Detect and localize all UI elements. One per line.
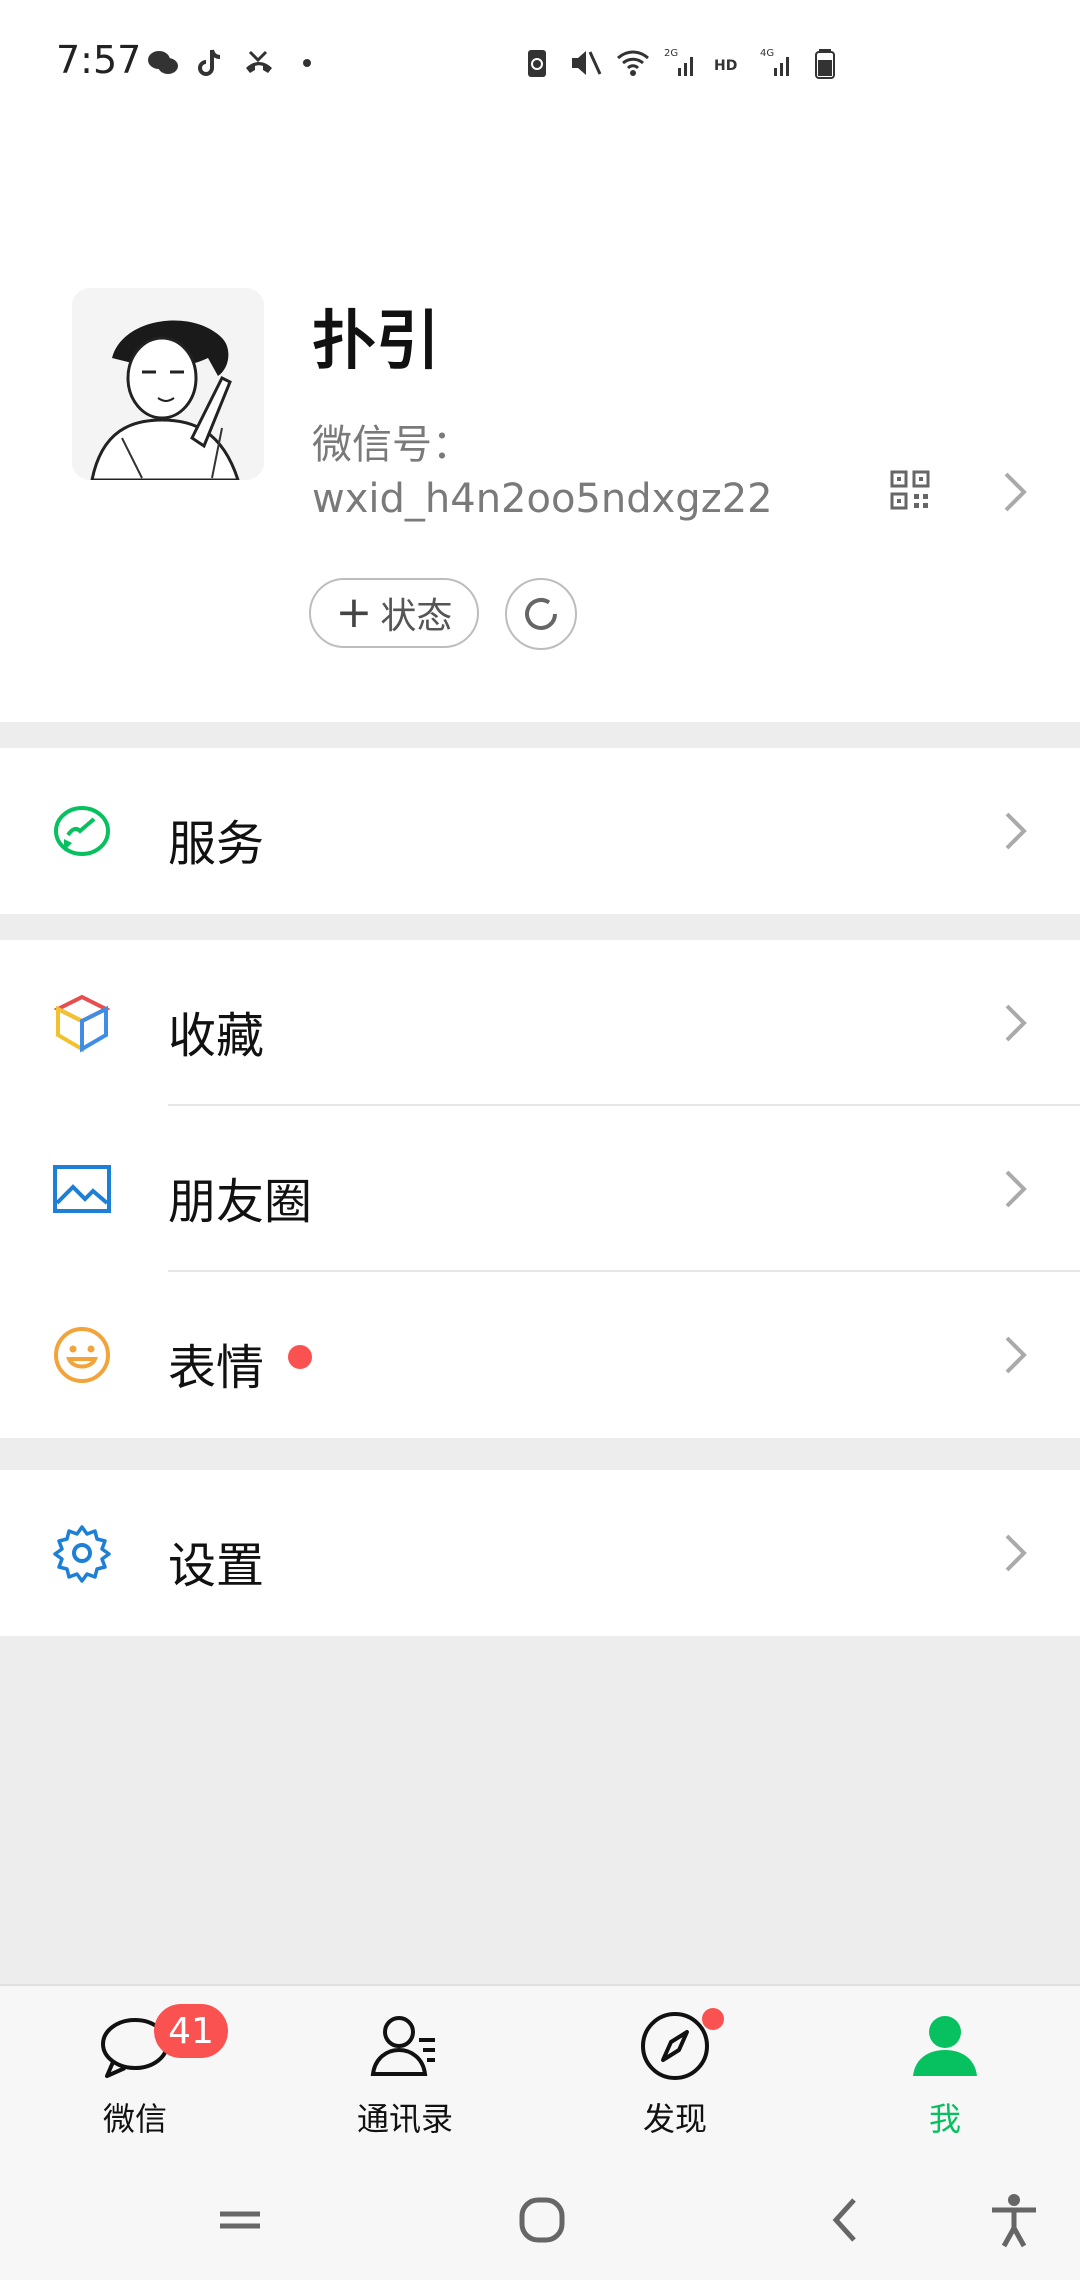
mute-icon: [572, 51, 602, 75]
menu-group-settings: 设置: [0, 1470, 1080, 1636]
home-icon[interactable]: [512, 2190, 572, 2250]
plus-icon: +: [335, 587, 373, 638]
svg-text:2G: 2G: [664, 48, 678, 59]
tab-label-chats: 微信: [102, 2100, 167, 2138]
tab-label-me: 我: [928, 2100, 961, 2138]
tab-contacts[interactable]: 通讯录: [270, 1986, 540, 2162]
status-button-label: 状态: [380, 596, 453, 637]
svg-text:4G: 4G: [760, 48, 774, 59]
menu-item-favorites[interactable]: 收藏: [0, 940, 1080, 1106]
battery-icon: [815, 49, 835, 79]
sticker-smiley-icon: [54, 1327, 110, 1383]
tab-label-discover: 发现: [642, 2100, 707, 2138]
profile-name: 扑引: [312, 305, 440, 379]
menu-label-favorites: 收藏: [168, 1008, 265, 1064]
menu-label-stickers: 表情: [168, 1340, 265, 1396]
tab-discover[interactable]: 发现: [540, 1986, 810, 2162]
qr-code-icon[interactable]: [890, 470, 930, 510]
profile-card[interactable]: 扑引 微信号： wxid_h4n2oo5ndxgz22 + 状态: [0, 130, 1080, 722]
hd-icon: HD: [714, 58, 737, 74]
discover-new-dot: [702, 2008, 724, 2030]
signal-2g-icon: 2G: [664, 48, 693, 76]
services-icon: [54, 806, 110, 856]
recent-apps-icon[interactable]: [210, 2190, 270, 2250]
status-time: 7:57: [56, 38, 142, 82]
missed-call-icon: [246, 50, 272, 73]
tab-label-contacts: 通讯录: [356, 2100, 453, 2138]
wxid-value: wxid_h4n2oo5ndxgz22: [312, 476, 773, 522]
wxid-label: 微信号：: [312, 422, 472, 468]
menu-label-services: 服务: [168, 816, 265, 872]
add-status-button[interactable]: + 状态: [309, 578, 479, 648]
chevron-right-icon: [1005, 1534, 1027, 1572]
unread-badge: 41: [154, 2004, 228, 2058]
svg-text:HD: HD: [714, 58, 737, 74]
menu-item-moments[interactable]: 朋友圈: [0, 1106, 1080, 1272]
chevron-right-icon[interactable]: [1000, 470, 1030, 514]
system-icons: 2G HD 4G: [520, 46, 842, 80]
bottom-tab-bar: 41 微信 通讯录 发现 我: [0, 1984, 1080, 2160]
menu-group-services: 服务: [0, 748, 1080, 914]
chevron-right-icon: [1005, 1170, 1027, 1208]
contacts-icon: [370, 2016, 435, 2076]
favorites-cube-icon: [53, 994, 111, 1053]
chevron-right-icon: [1005, 1004, 1027, 1042]
notification-icons: [146, 46, 324, 80]
signal-4g-icon: 4G: [760, 48, 789, 76]
settings-gear-icon: [53, 1525, 111, 1583]
refresh-icon: [525, 598, 557, 630]
compass-icon: [641, 2012, 709, 2080]
chevron-right-icon: [1005, 1336, 1027, 1374]
person-icon: [913, 2016, 977, 2076]
battery-saver-icon: [528, 50, 546, 77]
status-bar: 7:57 2G HD 4G: [0, 0, 1080, 130]
wechat-icon: [148, 51, 178, 74]
moments-image-icon: [53, 1165, 111, 1213]
system-nav-bar: [0, 2160, 1080, 2280]
avatar-illustration-icon: [72, 288, 264, 480]
status-history-button[interactable]: [505, 578, 577, 650]
wifi-icon: [617, 50, 649, 76]
accessibility-icon[interactable]: [984, 2190, 1044, 2250]
menu-label-settings: 设置: [168, 1538, 265, 1594]
menu-item-services[interactable]: 服务: [0, 748, 1080, 914]
avatar[interactable]: [72, 288, 264, 480]
menu-item-stickers[interactable]: 表情: [0, 1272, 1080, 1438]
dot-icon: [303, 59, 311, 67]
new-indicator-dot: [288, 1345, 312, 1369]
tab-chats[interactable]: 41 微信: [0, 1986, 270, 2162]
menu-item-settings[interactable]: 设置: [0, 1470, 1080, 1636]
menu-group-main: 收藏 朋友圈 表情: [0, 940, 1080, 1438]
tiktok-icon: [198, 49, 221, 76]
tab-me[interactable]: 我: [810, 1986, 1080, 2162]
menu-label-moments: 朋友圈: [168, 1174, 313, 1230]
back-icon[interactable]: [816, 2190, 876, 2250]
chevron-right-icon: [1005, 812, 1027, 850]
